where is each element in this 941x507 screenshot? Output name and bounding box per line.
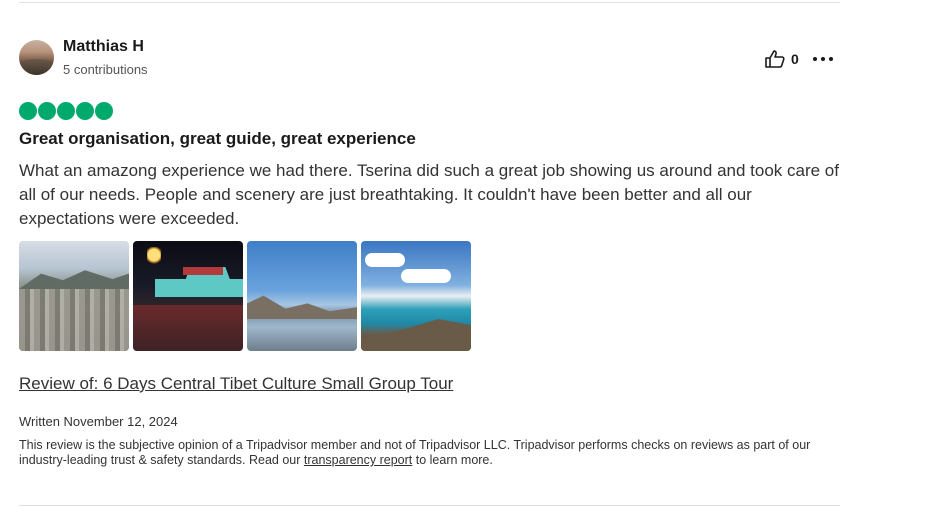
review-photo-lake-mountains[interactable]: [247, 241, 357, 351]
review-disclaimer: This review is the subjective opinion of…: [19, 438, 849, 468]
review-title: Great organisation, great guide, great e…: [19, 129, 416, 148]
more-options-icon[interactable]: [813, 50, 833, 68]
review-photo-turquoise-lake[interactable]: [361, 241, 471, 351]
bottom-divider: [19, 505, 840, 506]
review-of-link[interactable]: Review of: 6 Days Central Tibet Culture …: [19, 374, 453, 394]
transparency-report-link[interactable]: transparency report: [304, 453, 412, 467]
disclaimer-text-end: to learn more.: [412, 453, 493, 467]
review-photo-palace-night[interactable]: [133, 241, 243, 351]
top-divider: [19, 2, 840, 3]
rating-bubble-icon: [19, 102, 37, 120]
contribution-count: 5 contributions: [63, 62, 148, 77]
rating-bubble-icon: [57, 102, 75, 120]
helpful-vote-button[interactable]: 0: [765, 50, 799, 68]
rating-bubble-icon: [38, 102, 56, 120]
review-body: What an amazong experience we had there.…: [19, 161, 839, 228]
review-photos: [19, 241, 471, 351]
rating-bubble-icon: [95, 102, 113, 120]
avatar[interactable]: [19, 40, 54, 75]
written-date: Written November 12, 2024: [19, 414, 178, 429]
rating-bubble-icon: [76, 102, 94, 120]
review-photo-city[interactable]: [19, 241, 129, 351]
reviewer-name[interactable]: Matthias H: [63, 38, 144, 56]
helpful-count: 0: [791, 51, 799, 67]
thumbs-up-icon: [765, 50, 785, 68]
rating-bubbles: [19, 102, 113, 120]
